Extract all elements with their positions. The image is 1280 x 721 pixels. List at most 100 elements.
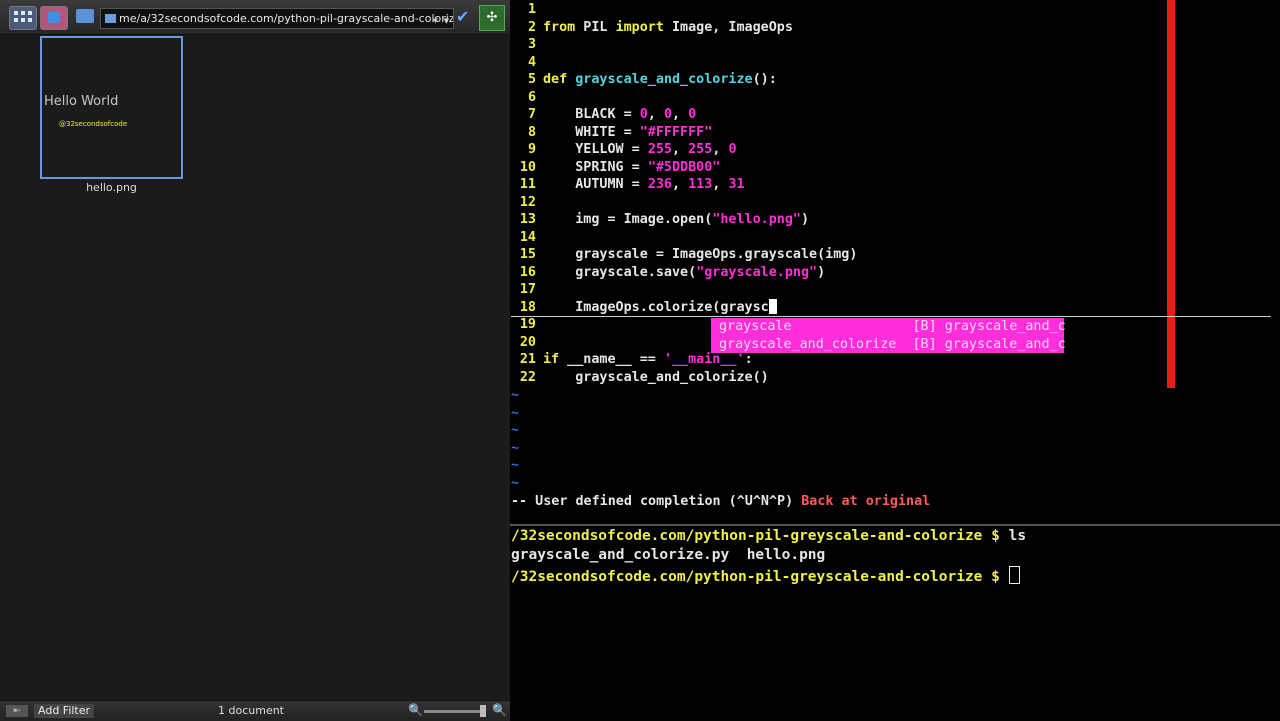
- browser-toolbar: me/a/32secondsofcode.com/python-pil-gray…: [0, 0, 510, 35]
- code-line[interactable]: 16 grayscale.save("grayscale.png"): [511, 264, 825, 282]
- file-item[interactable]: Hello World @32secondsofcode hello.png: [40, 36, 183, 194]
- checkmark-icon[interactable]: ✔: [456, 7, 469, 26]
- code-token: "#5DDB00": [647, 159, 721, 175]
- tilde-marker: ~: [511, 423, 520, 438]
- zoom-slider-handle[interactable]: [480, 705, 486, 717]
- line-number: 1: [527, 2, 536, 17]
- code-line[interactable]: 21 if __name__ == '__main__':: [511, 351, 753, 369]
- add-filter-button[interactable]: Add Filter: [34, 704, 95, 718]
- dropdown-icon[interactable]: ▾: [443, 14, 449, 27]
- thumbnail[interactable]: Hello World @32secondsofcode: [40, 36, 183, 179]
- line-number: 22: [519, 369, 536, 385]
- line-number: 14: [519, 229, 536, 245]
- code-line[interactable]: 6: [511, 89, 543, 107]
- zoom-in-icon[interactable]: 🔍: [492, 703, 507, 717]
- code-line[interactable]: 19: [511, 316, 543, 334]
- line-number: 6: [527, 89, 536, 105]
- code-token: grayscale_and_colorize: [575, 72, 753, 87]
- folder-icon[interactable]: [76, 9, 94, 23]
- code-token: Image, ImageOps: [663, 19, 793, 35]
- code-line[interactable]: 4: [511, 54, 543, 72]
- completion-item[interactable]: grayscale [B] grayscale_and_c: [711, 318, 1066, 336]
- line-number: 7: [527, 107, 536, 122]
- code-line[interactable]: 22 grayscale_and_colorize(): [511, 369, 769, 387]
- code-line[interactable]: 18 ImageOps.colorize(graysc: [511, 298, 777, 317]
- code-token: ,: [712, 142, 729, 157]
- code-line[interactable]: 12: [511, 194, 543, 212]
- code-line[interactable]: 10 SPRING = "#5DDB00": [511, 159, 721, 177]
- document-count: 1 document: [218, 704, 284, 717]
- photo-icon[interactable]: [40, 6, 68, 30]
- zoom-slider[interactable]: [424, 705, 486, 717]
- line-number: 10: [519, 159, 536, 175]
- tilde-marker: ~: [511, 388, 520, 403]
- grid-icon[interactable]: [9, 6, 37, 30]
- code-token: ,: [672, 107, 689, 122]
- code-line[interactable]: 15 grayscale = ImageOps.grayscale(img): [511, 246, 858, 264]
- line-number: 16: [519, 264, 536, 280]
- code-line[interactable]: 13 img = Image.open("hello.png"): [511, 211, 809, 229]
- tilde-marker: ~: [511, 440, 520, 456]
- clear-icon[interactable]: ✶: [431, 14, 440, 27]
- code-token: 255: [647, 142, 672, 157]
- code-token: BLACK =: [543, 107, 640, 122]
- code-token: YELLOW =: [543, 142, 648, 157]
- completion-item[interactable]: grayscale_and_colorize [B] grayscale_and…: [711, 336, 1066, 354]
- line-number: 20: [519, 334, 536, 350]
- code-token: if: [543, 352, 560, 367]
- code-token: AUTUMN =: [543, 177, 648, 192]
- code-token: "#FFFFFF": [639, 124, 713, 140]
- completion-popup[interactable]: grayscale [B] grayscale_and_c grayscale_…: [711, 318, 1066, 354]
- code-line[interactable]: 14: [511, 229, 543, 247]
- line-number: 13: [519, 212, 536, 227]
- code-token: 31: [728, 177, 745, 192]
- line-number: 19: [519, 317, 536, 332]
- tilde-marker: ~: [511, 405, 520, 421]
- color-column: [1167, 0, 1175, 388]
- code-token: :: [744, 352, 753, 367]
- code-token: WHITE =: [543, 124, 640, 140]
- code-line[interactable]: 2 from PIL import Image, ImageOps: [511, 19, 793, 37]
- code-token: "hello.png": [712, 212, 801, 227]
- code-token: 0: [728, 142, 737, 157]
- thumbnail-subtitle: @32secondsofcode: [59, 120, 128, 128]
- code-line[interactable]: 8 WHITE = "#FFFFFF": [511, 124, 712, 142]
- vim-editor[interactable]: 1 2 from PIL import Image, ImageOps 3 4 5 def …: [511, 0, 1280, 524]
- path-input[interactable]: me/a/32secondsofcode.com/python-pil-gray…: [100, 8, 454, 29]
- terminal-line: /32secondsofcode.com/python-pil-greyscal…: [511, 528, 1026, 544]
- terminal-line[interactable]: /32secondsofcode.com/python-pil-greyscal…: [511, 566, 1020, 585]
- fit-window-icon[interactable]: ✣: [479, 5, 505, 31]
- tilde-marker: ~: [511, 458, 520, 473]
- back-icon[interactable]: ⇤: [6, 705, 28, 717]
- shell-prompt: /32secondsofcode.com/python-pil-greyscal…: [511, 569, 1009, 585]
- code-line[interactable]: 7 BLACK = 0, 0, 0: [511, 106, 696, 124]
- code-token: ():: [752, 72, 777, 87]
- code-token: 113: [688, 177, 713, 192]
- shell-command: ls: [1008, 528, 1027, 544]
- code-token: import: [615, 19, 664, 35]
- code-token: SPRING =: [543, 159, 648, 175]
- code-line[interactable]: 20: [511, 334, 543, 352]
- line-number: 15: [519, 247, 536, 262]
- line-number: 12: [519, 194, 536, 210]
- zoom-out-icon[interactable]: 🔍: [408, 703, 423, 717]
- code-token: PIL: [575, 19, 616, 35]
- terminal[interactable]: /32secondsofcode.com/python-pil-greyscal…: [511, 526, 1280, 720]
- code-line[interactable]: 17: [511, 281, 543, 299]
- code-line[interactable]: 3: [511, 36, 543, 54]
- code-line[interactable]: 5 def grayscale_and_colorize():: [511, 71, 777, 89]
- code-token: grayscale_and_colorize(): [543, 369, 769, 385]
- code-line[interactable]: 9 YELLOW = 255, 255, 0: [511, 141, 737, 159]
- code-token: ,: [647, 107, 664, 122]
- browser-statusbar: ⇤ Add Filter 1 document 🔍 🔍: [0, 700, 510, 721]
- line-number: 21: [519, 352, 536, 367]
- code-line[interactable]: 1: [511, 1, 543, 19]
- file-browser: me/a/32secondsofcode.com/python-pil-gray…: [0, 0, 510, 721]
- code-token: 0: [688, 107, 697, 122]
- line-number: 3: [527, 37, 536, 52]
- line-number: 9: [527, 142, 536, 157]
- code-token: ImageOps.colorize(graysc: [543, 299, 769, 315]
- tilde-marker: ~: [511, 475, 520, 491]
- thumbnail-title: Hello World: [44, 94, 119, 109]
- code-line[interactable]: 11 AUTUMN = 236, 113, 31: [511, 176, 745, 194]
